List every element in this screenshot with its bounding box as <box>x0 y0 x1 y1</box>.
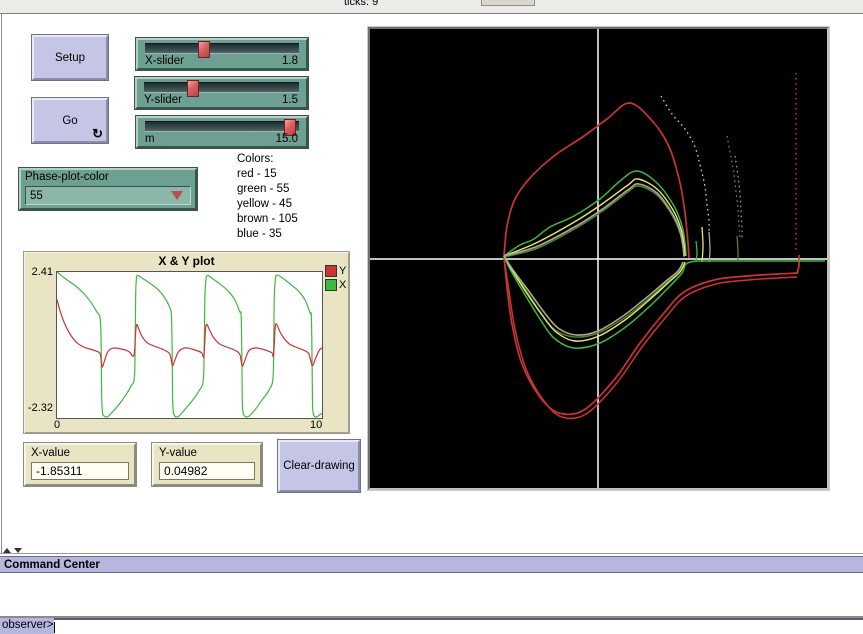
slider-groove[interactable] <box>144 82 299 93</box>
phase-plot-color-chooser[interactable]: Phase-plot-color 55 <box>19 168 197 210</box>
monitor-value: 0.04982 <box>159 462 255 480</box>
world-view-canvas[interactable] <box>370 29 827 488</box>
splitter-up-icon[interactable] <box>3 548 11 553</box>
clear-drawing-button-label: Clear-drawing <box>283 460 355 472</box>
command-center-output <box>0 575 863 616</box>
x-slider[interactable]: X-slider 1.8 <box>136 38 308 70</box>
clear-drawing-button[interactable]: Clear-drawing <box>278 440 360 492</box>
legend-item-x: X <box>325 279 346 291</box>
y-value-monitor: Y-value 0.04982 <box>152 443 262 486</box>
world-view-frame <box>368 27 829 490</box>
plot-title: X & Y plot <box>24 254 349 268</box>
setup-button-label: Setup <box>55 52 85 64</box>
interface-left-border <box>1 14 2 553</box>
forever-icon: ↻ <box>92 127 103 140</box>
chevron-down-icon <box>171 191 183 200</box>
colors-note-line: green - 55 <box>237 182 298 197</box>
slider-label: m <box>145 133 155 145</box>
monitor-label: X-value <box>31 447 70 459</box>
text-caret <box>54 622 55 633</box>
chooser-selected-value: 55 <box>30 190 43 202</box>
slider-value: 15.0 <box>276 133 298 145</box>
xy-plot-widget: X & Y plot 2.41 -2.32 0 10 Y X <box>23 251 350 434</box>
monitor-label: Y-value <box>159 447 197 459</box>
command-center-title: Command Center <box>4 559 100 571</box>
interface-bottom-border <box>0 553 863 554</box>
slider-groove[interactable] <box>145 121 299 132</box>
go-button-label: Go <box>62 115 77 127</box>
command-input[interactable] <box>54 618 863 634</box>
plot-canvas <box>57 272 322 418</box>
chooser-label: Phase-plot-color <box>25 171 109 183</box>
colors-note-line: yellow - 45 <box>237 197 298 212</box>
legend-item-y: Y <box>325 265 346 277</box>
slider-label: X-slider <box>145 55 184 67</box>
observer-prompt-label: observer> <box>0 618 54 634</box>
m-slider[interactable]: m 15.0 <box>136 116 308 148</box>
colors-note-line: brown - 105 <box>237 212 298 227</box>
command-center-splitter[interactable] <box>3 548 22 553</box>
plot-xmin-label: 0 <box>54 419 60 431</box>
colors-note-line: blue - 35 <box>237 227 298 242</box>
colors-note: Colors: red - 15 green - 55 yellow - 45 … <box>237 152 298 242</box>
colors-note-title: Colors: <box>237 152 298 167</box>
world-view[interactable] <box>367 26 830 491</box>
colors-note-line: red - 15 <box>237 167 298 182</box>
plot-ymin-label: -2.32 <box>24 402 53 414</box>
slider-label: Y-slider <box>144 94 182 106</box>
chooser-value[interactable]: 55 <box>25 186 191 205</box>
command-center-header: Command Center <box>0 556 863 573</box>
slider-value: 1.8 <box>282 55 298 67</box>
x-value-monitor: X-value -1.85311 <box>24 443 136 486</box>
slider-groove[interactable] <box>145 43 299 54</box>
plot-ymax-label: 2.41 <box>24 266 53 278</box>
slider-value: 1.5 <box>282 94 298 106</box>
ticks-counter: ticks: 9 <box>344 0 378 8</box>
splitter-down-icon[interactable] <box>14 548 22 553</box>
legend-label-y: Y <box>339 265 346 277</box>
go-button[interactable]: Go ↻ <box>32 98 108 143</box>
y-slider[interactable]: Y-slider 1.5 <box>135 77 308 109</box>
toolbar-element-clipped[interactable] <box>481 0 535 6</box>
legend-swatch-y <box>325 265 337 277</box>
plot-area <box>56 271 323 419</box>
toolbar-strip: ticks: 9 <box>0 0 863 14</box>
legend-swatch-x <box>325 279 337 291</box>
plot-xmax-label: 10 <box>310 419 322 431</box>
monitor-value: -1.85311 <box>31 462 129 480</box>
legend-label-x: X <box>339 279 346 291</box>
setup-button[interactable]: Setup <box>32 35 108 80</box>
